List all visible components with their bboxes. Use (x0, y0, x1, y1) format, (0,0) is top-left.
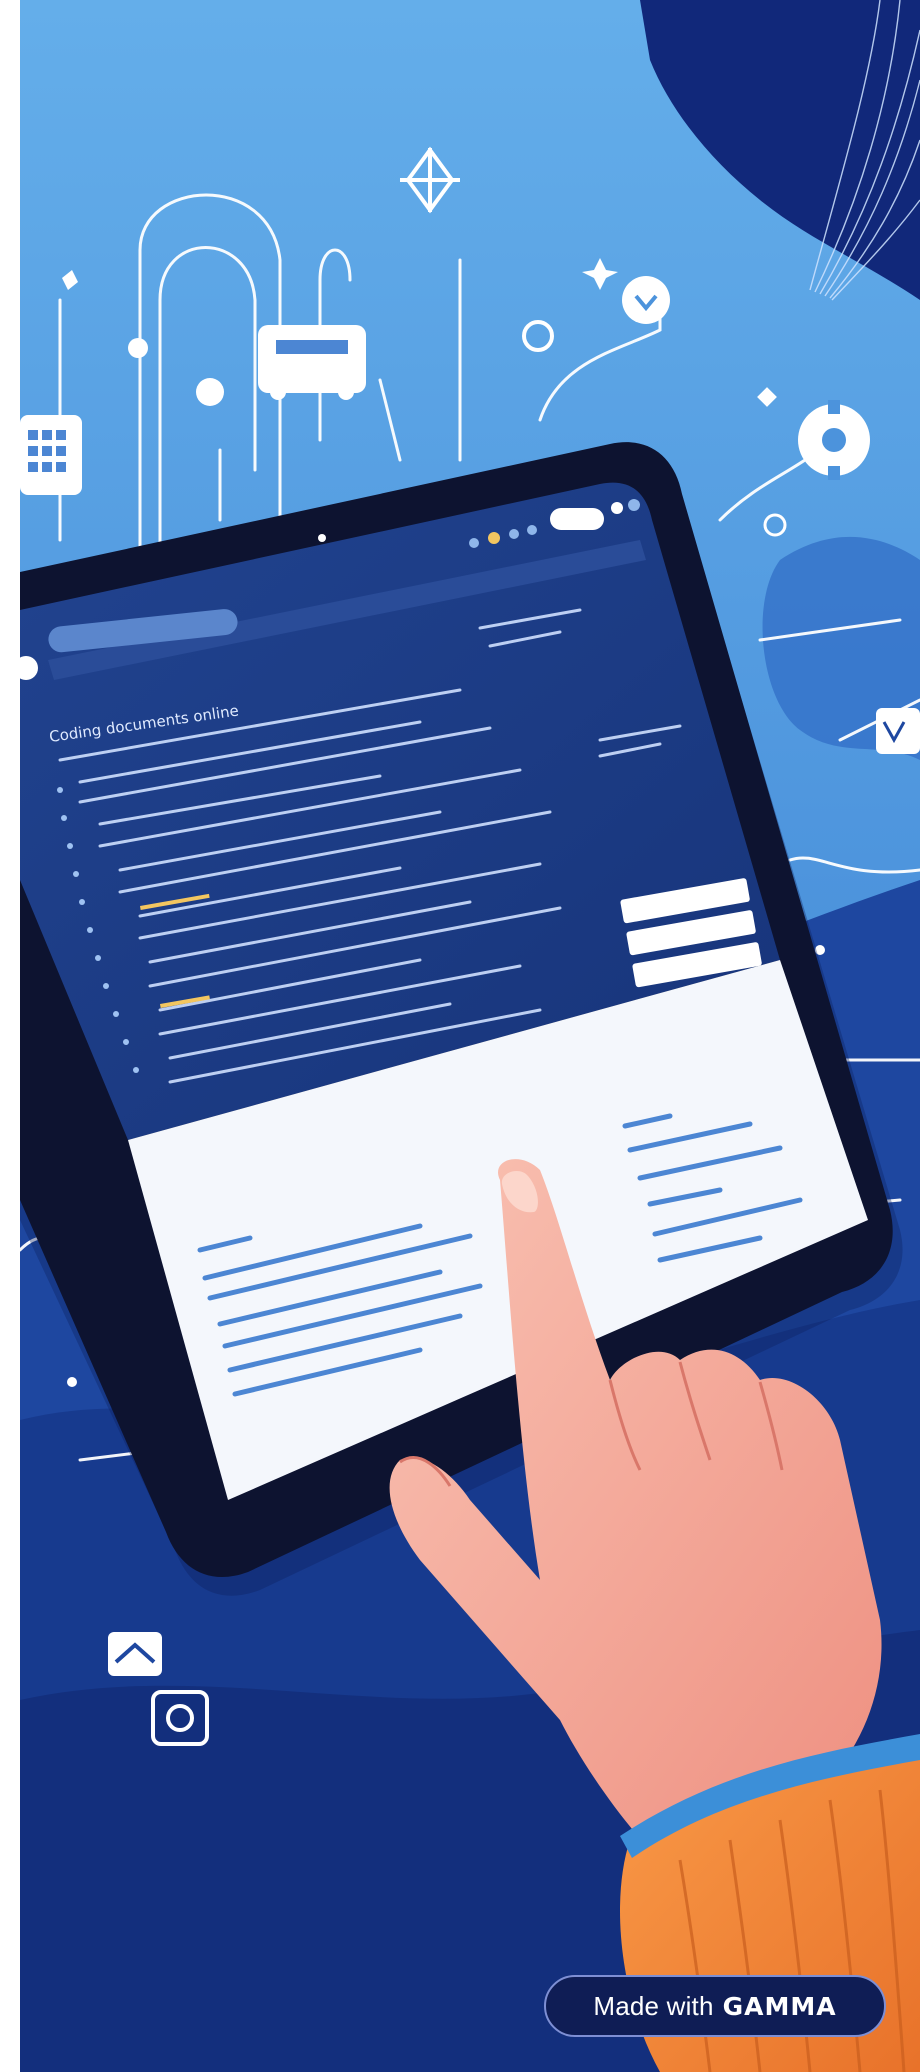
tablet-illustration: Coding documents online (20, 0, 920, 2072)
gamma-logo: GAMMA (722, 1991, 837, 2021)
made-with-gamma-badge[interactable]: Made with GAMMA (544, 1975, 886, 2037)
car-icon (258, 325, 366, 400)
calendar-icon (20, 415, 82, 495)
left-margin (0, 0, 20, 2072)
arrow-down-circle-icon (622, 276, 670, 324)
chart-icon (876, 708, 920, 754)
page: Coding documents online Made with GAMMA (0, 0, 920, 2072)
badge-prefix: Made with (593, 1990, 714, 2021)
lock-icon (108, 1632, 162, 1676)
